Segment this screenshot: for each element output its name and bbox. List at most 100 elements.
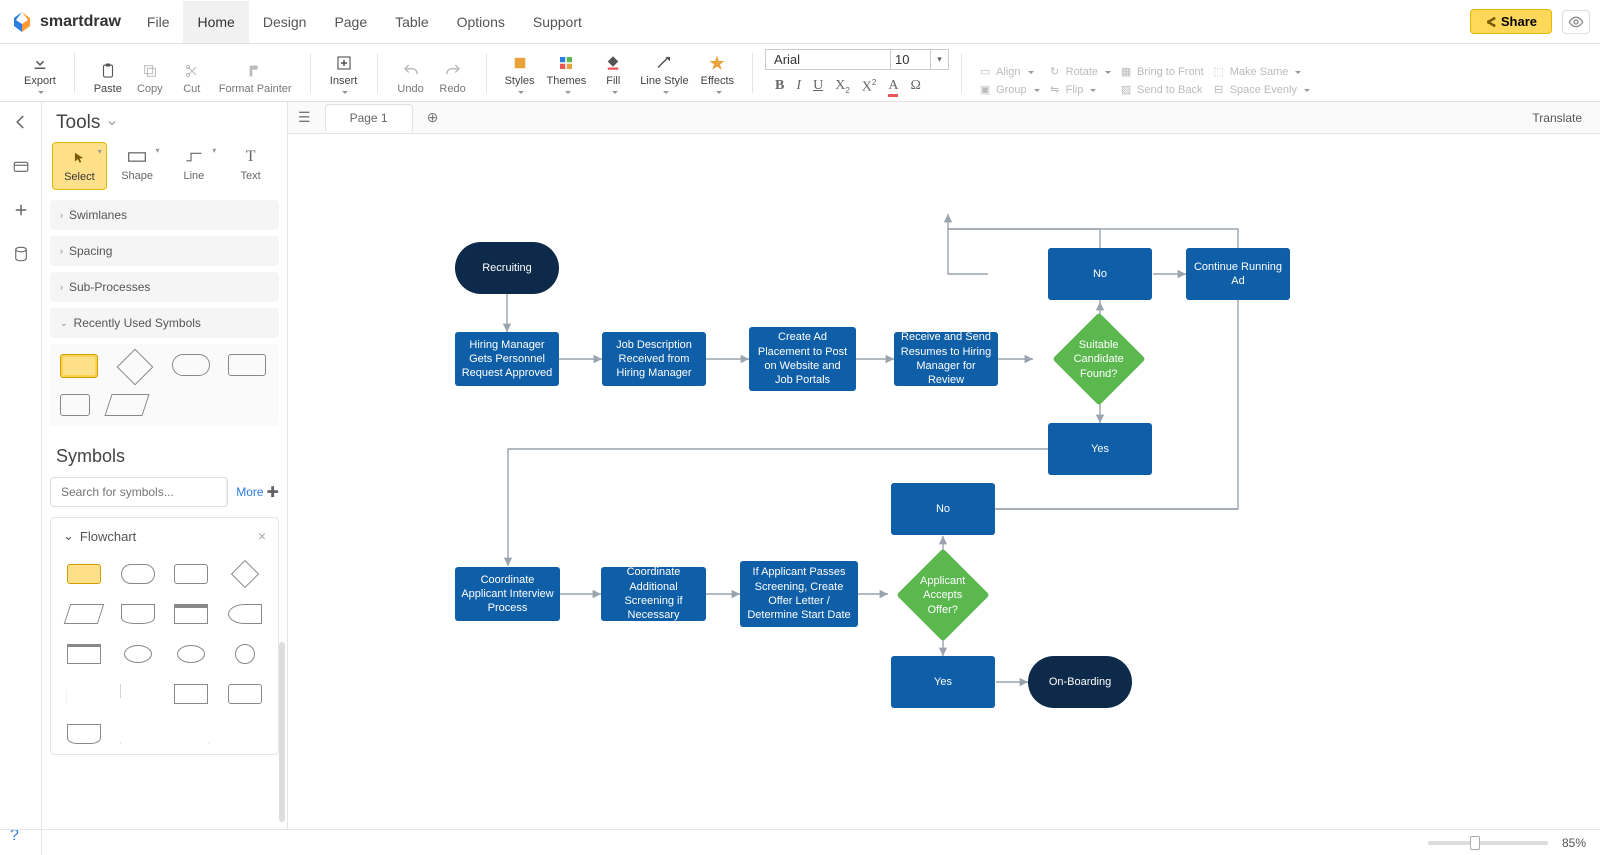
symbol-omega-button[interactable]: Ω <box>910 78 920 97</box>
flowchart-panel-header[interactable]: ⌄Flowchart× <box>51 518 278 554</box>
node-continue-ad[interactable]: Continue Running Ad <box>1186 248 1290 300</box>
tool-shape[interactable]: Shape▾ <box>111 142 164 190</box>
menu-home[interactable]: Home <box>183 1 248 43</box>
fc-document[interactable] <box>121 604 155 624</box>
data-button[interactable] <box>11 244 31 264</box>
node-coord-interview[interactable]: Coordinate Applicant Interview Process <box>455 567 560 621</box>
fc-tape1[interactable] <box>67 684 101 704</box>
menu-table[interactable]: Table <box>381 1 442 43</box>
symbol-search[interactable]: 🔍 <box>50 477 228 507</box>
page-list-icon[interactable]: ☰ <box>298 109 311 126</box>
preview-button[interactable] <box>1562 10 1590 34</box>
font-selector[interactable]: ▾ <box>765 49 949 70</box>
page-tab-1[interactable]: Page 1 <box>325 104 413 131</box>
undo-button[interactable]: Undo <box>390 59 432 97</box>
node-create-ad[interactable]: Create Ad Placement to Post on Website a… <box>749 327 856 391</box>
node-no2[interactable]: No <box>891 483 995 535</box>
close-icon[interactable]: × <box>258 528 266 544</box>
bring-to-front-button[interactable]: ▦Bring to Front <box>1119 65 1204 79</box>
superscript-button[interactable]: X2 <box>862 78 877 97</box>
fc-alt-process[interactable] <box>174 564 208 584</box>
format-painter-button[interactable]: Format Painter <box>213 59 298 97</box>
menu-page[interactable]: Page <box>320 1 381 43</box>
fc-trap[interactable] <box>228 724 262 744</box>
font-size-dropdown-icon[interactable]: ▾ <box>930 50 948 69</box>
fc-decision[interactable] <box>231 560 259 588</box>
node-receive-resumes[interactable]: Receive and Send Resumes to Hiring Manag… <box>894 332 998 386</box>
panel-subprocesses[interactable]: ›Sub-Processes <box>50 272 279 302</box>
font-size-input[interactable] <box>890 50 930 69</box>
tool-text[interactable]: TText <box>224 142 277 190</box>
fc-database[interactable] <box>124 645 152 663</box>
node-recruiting[interactable]: Recruiting <box>455 242 559 294</box>
align-button[interactable]: ▭Align <box>978 65 1040 79</box>
back-button[interactable] <box>11 112 31 132</box>
bold-button[interactable]: B <box>775 78 784 97</box>
subscript-button[interactable]: X2 <box>835 78 850 97</box>
fc-direct-data[interactable] <box>177 645 205 663</box>
recent-shape-terminator[interactable] <box>172 354 210 376</box>
menu-options[interactable]: Options <box>443 1 519 43</box>
effects-button[interactable]: Effects <box>695 51 740 97</box>
line-style-button[interactable]: Line Style <box>634 51 694 97</box>
share-button[interactable]: Share <box>1470 9 1552 34</box>
send-to-back-button[interactable]: ▨Send to Back <box>1119 83 1204 97</box>
font-name-input[interactable] <box>766 52 890 67</box>
fc-manual-op[interactable] <box>174 724 208 744</box>
font-color-button[interactable]: A <box>888 78 898 97</box>
fc-rect-plain[interactable] <box>174 684 208 704</box>
fc-delay[interactable] <box>228 604 262 624</box>
fc-rect-round[interactable] <box>228 684 262 704</box>
fc-manual-input[interactable] <box>121 724 155 744</box>
recent-shape-decision[interactable] <box>117 349 154 386</box>
tool-select[interactable]: Select▾ <box>52 142 107 190</box>
fc-tape2[interactable] <box>121 684 155 704</box>
fill-button[interactable]: Fill <box>592 51 634 97</box>
recent-shape-process[interactable] <box>60 354 98 378</box>
fc-terminator[interactable] <box>121 564 155 584</box>
panel-recent[interactable]: ⌄Recently Used Symbols <box>50 308 279 338</box>
sidebar-scrollbar[interactable] <box>279 642 285 822</box>
recent-shape-rect[interactable] <box>228 354 266 376</box>
fc-process-selected[interactable] <box>67 564 101 584</box>
menu-file[interactable]: File <box>133 1 184 43</box>
tool-line[interactable]: Line▾ <box>168 142 221 190</box>
search-icon[interactable]: 🔍 <box>226 478 228 506</box>
rotate-button[interactable]: ↻Rotate <box>1048 65 1111 79</box>
styles-button[interactable]: Styles <box>499 51 541 97</box>
copy-button[interactable]: Copy <box>129 59 171 97</box>
paste-button[interactable]: Paste <box>87 59 129 97</box>
menu-design[interactable]: Design <box>249 1 321 43</box>
library-button[interactable] <box>11 156 31 176</box>
node-onboarding[interactable]: On-Boarding <box>1028 656 1132 708</box>
recent-shape-data[interactable] <box>104 394 149 416</box>
diagram-canvas[interactable]: Recruiting Hiring Manager Gets Personnel… <box>288 134 1600 829</box>
node-no[interactable]: No <box>1048 248 1152 300</box>
chevron-down-icon[interactable] <box>106 117 118 129</box>
fc-data[interactable] <box>64 604 104 624</box>
node-offer-letter[interactable]: If Applicant Passes Screening, Create Of… <box>740 561 858 627</box>
group-button[interactable]: ▣Group <box>978 83 1040 97</box>
fc-display[interactable] <box>67 724 101 744</box>
export-button[interactable]: Export <box>18 51 62 97</box>
zoom-slider[interactable] <box>1428 841 1548 845</box>
cut-button[interactable]: Cut <box>171 59 213 97</box>
node-coord-screening[interactable]: Coordinate Additional Screening if Neces… <box>601 567 706 621</box>
node-yes[interactable]: Yes <box>1048 423 1152 475</box>
insert-button[interactable]: Insert <box>323 51 365 97</box>
recent-shape-small-rect[interactable] <box>60 394 90 416</box>
zoom-knob[interactable] <box>1470 836 1480 850</box>
fc-internal-storage[interactable] <box>174 604 208 624</box>
space-evenly-button[interactable]: ⊟Space Evenly <box>1212 83 1310 97</box>
panel-swimlanes[interactable]: ›Swimlanes <box>50 200 279 230</box>
fc-predefined[interactable] <box>67 644 101 664</box>
flip-button[interactable]: ⇋Flip <box>1048 83 1111 97</box>
translate-button[interactable]: Translate <box>1524 107 1590 129</box>
add-button[interactable] <box>11 200 31 220</box>
themes-button[interactable]: Themes <box>541 51 593 97</box>
node-yes2[interactable]: Yes <box>891 656 995 708</box>
node-hiring-manager[interactable]: Hiring Manager Gets Personnel Request Ap… <box>455 332 559 386</box>
underline-button[interactable]: U <box>813 78 823 97</box>
make-same-button[interactable]: ⬚Make Same <box>1212 65 1310 79</box>
panel-spacing[interactable]: ›Spacing <box>50 236 279 266</box>
